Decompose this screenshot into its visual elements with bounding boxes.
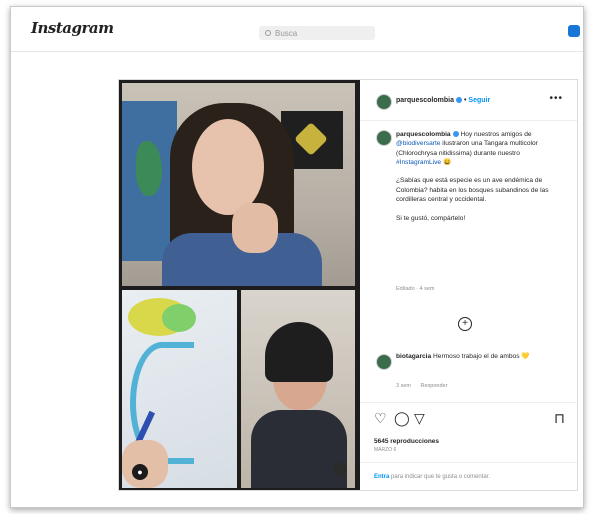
action-bar: ♡ ◯ ▽ ⊓ <box>360 402 577 427</box>
user-icon[interactable]: ● <box>132 464 148 480</box>
post-sidebar: parquescolombia • Seguir ••• parquescolomb… <box>360 80 577 490</box>
instagram-logo[interactable]: Instagram <box>31 19 114 37</box>
comment-bar: Entra para indicar que te gusta o coment… <box>360 462 577 491</box>
browser-window: Instagram Busca ● parquescolombia • Segu… <box>10 6 584 508</box>
app-icon[interactable] <box>568 25 580 37</box>
video-pane-drawing: ● <box>122 290 237 488</box>
comment-body: Hermoso trabajo el de ambos 💛 <box>433 353 530 360</box>
share-icon[interactable]: ▽ <box>414 411 425 425</box>
post-card: ● parquescolombia • Seguir ••• parquesco… <box>118 79 578 491</box>
caption-part-3: ¿Sabías que está especie es un ave endém… <box>396 177 549 204</box>
add-icon[interactable]: + <box>458 317 472 331</box>
caption: parquescolombia Hoy nuestros amigos de @… <box>376 130 566 222</box>
heart-icon[interactable]: ♡ <box>374 411 387 425</box>
video-pane-guest <box>241 290 355 488</box>
separator-dot: • <box>463 97 467 104</box>
guest-jacket <box>251 410 347 488</box>
wall-map-image <box>122 101 177 261</box>
caption-part-1: Hoy nuestros amigos de <box>460 131 532 138</box>
comment-text: biotagarcia Hermoso trabajo el de ambos … <box>396 352 561 361</box>
post-date: MARZO 6 <box>374 447 397 453</box>
post-header: parquescolombia • Seguir ••• <box>360 80 577 121</box>
comment-icon[interactable]: ◯ <box>394 411 410 425</box>
caption-username[interactable]: parquescolombia <box>396 131 451 138</box>
hashtag-link[interactable]: #InstagramLive <box>396 159 441 166</box>
reply-button[interactable]: Responder <box>421 383 448 389</box>
comment-time: 3 sem <box>396 383 411 389</box>
mention-link[interactable]: @biodiversarte <box>396 140 440 147</box>
caption-text: parquescolombia Hoy nuestros amigos de @… <box>396 130 566 223</box>
post-author: parquescolombia • Seguir <box>396 97 490 104</box>
mic-icon <box>333 462 347 476</box>
top-navigation: Instagram Busca <box>11 7 583 52</box>
search-placeholder: Busca <box>275 28 298 38</box>
emoji: 😀 <box>442 158 452 166</box>
search-input[interactable]: Busca <box>259 26 375 40</box>
verified-badge-icon <box>452 131 459 138</box>
username-link[interactable]: parquescolombia <box>396 97 454 104</box>
video-pane-host <box>122 83 355 286</box>
caption-avatar[interactable] <box>376 130 392 146</box>
login-prompt-text: para indicar que te gusta o comentar. <box>391 474 491 480</box>
bookmark-icon[interactable]: ⊓ <box>554 411 565 425</box>
login-prompt: Entra para indicar que te gusta o coment… <box>374 474 490 480</box>
views-count[interactable]: 5645 reproducciones <box>374 438 439 445</box>
caption-part-4: Si te gustó, compártelo! <box>396 214 466 222</box>
verified-badge-icon <box>455 97 462 104</box>
person-hand <box>232 203 278 253</box>
avatar[interactable] <box>376 94 392 110</box>
more-icon[interactable]: ••• <box>549 93 563 104</box>
hand-image <box>122 440 168 488</box>
follow-button[interactable]: Seguir <box>468 97 490 104</box>
live-video-grid[interactable]: ● <box>119 80 360 490</box>
guest-hair <box>265 322 333 382</box>
person-face <box>192 119 264 215</box>
comment-avatar[interactable] <box>376 354 392 370</box>
search-icon <box>265 30 271 36</box>
comment-meta: 3 sem Responder <box>396 383 455 389</box>
caption-meta: Editado · 4 sem <box>396 286 435 292</box>
comment-username[interactable]: biotagarcia <box>396 353 431 360</box>
login-link[interactable]: Entra <box>374 474 389 480</box>
bird-drawing-image <box>128 298 198 464</box>
